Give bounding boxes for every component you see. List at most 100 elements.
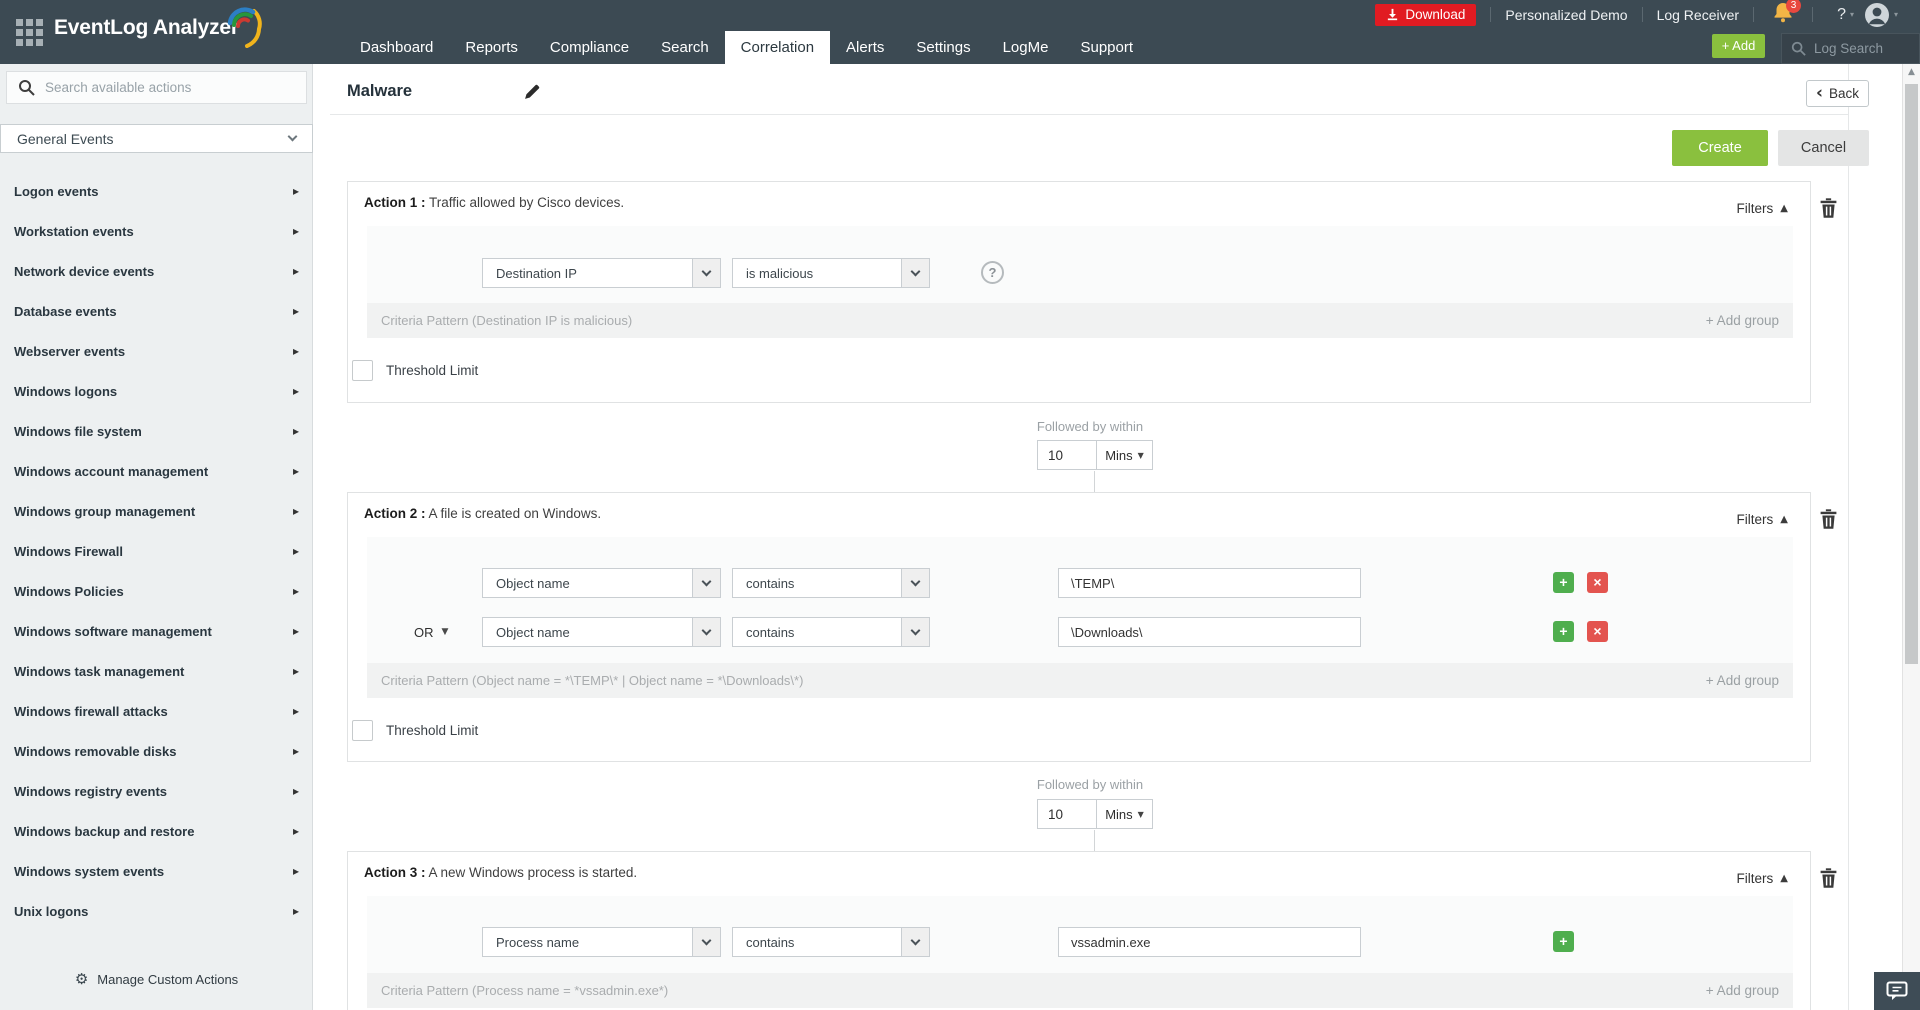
threshold-checkbox[interactable] — [352, 720, 373, 741]
delete-action-button[interactable] — [1820, 198, 1837, 218]
sidebar-item-windows-account-management[interactable]: Windows account management ▸ — [0, 451, 313, 491]
field-select[interactable]: Process name — [482, 927, 721, 957]
add-condition-button[interactable]: + — [1553, 931, 1574, 952]
add-group-button[interactable]: + Add group — [1706, 313, 1779, 328]
filters-toggle[interactable]: Filters ▲ — [1737, 512, 1788, 527]
chevron-right-icon: ▸ — [292, 424, 299, 438]
tab-search[interactable]: Search — [645, 31, 725, 64]
remove-condition-button[interactable]: × — [1587, 572, 1608, 593]
operator-select[interactable]: contains — [732, 568, 930, 598]
sidebar-item-windows-backup-and-restore[interactable]: Windows backup and restore ▸ — [0, 811, 313, 851]
value-input[interactable] — [1058, 617, 1361, 647]
or-join-select[interactable]: OR ▼ — [414, 617, 448, 647]
sidebar-item-webserver-events[interactable]: Webserver events ▸ — [0, 331, 313, 371]
filters-label: Filters — [1736, 201, 1774, 216]
chevron-up-icon: ▲ — [1780, 873, 1788, 884]
action-label: Action 1 : — [364, 195, 426, 210]
action-description: A new Windows process is started. — [428, 865, 638, 880]
sidebar-item-database-events[interactable]: Database events ▸ — [0, 291, 313, 331]
tab-logme[interactable]: LogMe — [987, 31, 1065, 64]
delete-action-button[interactable] — [1820, 868, 1837, 888]
sidebar-item-windows-task-management[interactable]: Windows task management ▸ — [0, 651, 313, 691]
followed-by-value-input[interactable] — [1037, 440, 1097, 470]
scrollbar-up-arrow[interactable]: ▲ — [1903, 67, 1920, 77]
sidebar-item-unix-logons[interactable]: Unix logons ▸ — [0, 891, 313, 931]
followed-by-value-input[interactable] — [1037, 799, 1097, 829]
log-search-input[interactable] — [1814, 41, 1909, 56]
sidebar-item-workstation-events[interactable]: Workstation events ▸ — [0, 211, 313, 251]
notifications-button[interactable]: 3 — [1774, 0, 1802, 28]
filters-toggle[interactable]: Filters ▲ — [1737, 871, 1788, 886]
manage-custom-actions-button[interactable]: ⚙ Manage Custom Actions — [0, 962, 313, 996]
edit-title-icon[interactable] — [524, 84, 540, 100]
chat-support-button[interactable] — [1874, 972, 1920, 1010]
sidebar-item-windows-removable-disks[interactable]: Windows removable disks ▸ — [0, 731, 313, 771]
followed-by-unit-select[interactable]: Mins ▼ — [1096, 440, 1153, 470]
delete-action-button[interactable] — [1820, 509, 1837, 529]
sidebar-item-windows-firewall-attacks[interactable]: Windows firewall attacks ▸ — [0, 691, 313, 731]
actions-sidebar: General Events Logon events ▸ Workstation… — [0, 64, 313, 1010]
field-select[interactable]: Object name — [482, 617, 721, 647]
tab-dashboard[interactable]: Dashboard — [344, 31, 449, 64]
action-description: A file is created on Windows. — [428, 506, 602, 521]
sidebar-item-windows-file-system[interactable]: Windows file system ▸ — [0, 411, 313, 451]
sidebar-item-windows-logons[interactable]: Windows logons ▸ — [0, 371, 313, 411]
event-category-select[interactable]: General Events — [0, 124, 313, 153]
field-select[interactable]: Object name — [482, 568, 721, 598]
add-group-button[interactable]: + Add group — [1706, 673, 1779, 688]
sidebar-item-logon-events[interactable]: Logon events ▸ — [0, 171, 313, 211]
tab-alerts[interactable]: Alerts — [830, 31, 900, 64]
scrollbar-track[interactable]: ▲ — [1902, 64, 1920, 1010]
cancel-button[interactable]: Cancel — [1778, 130, 1869, 166]
criteria-strip: Criteria Pattern (Object name = *\TEMP\*… — [367, 663, 1793, 698]
sidebar-item-windows-registry-events[interactable]: Windows registry events ▸ — [0, 771, 313, 811]
sidebar-item-list: Logon events ▸ Workstation events ▸ Networ… — [0, 171, 313, 931]
apps-grid-icon[interactable] — [16, 19, 43, 46]
download-button[interactable]: Download — [1375, 3, 1477, 26]
log-receiver-link[interactable]: Log Receiver — [1657, 7, 1740, 23]
sidebar-item-windows-group-management[interactable]: Windows group management ▸ — [0, 491, 313, 531]
add-condition-button[interactable]: + — [1553, 572, 1574, 593]
chevron-down-icon: ▾ — [1849, 10, 1854, 19]
value-input[interactable] — [1058, 927, 1361, 957]
sidebar-item-windows-firewall[interactable]: Windows Firewall ▸ — [0, 531, 313, 571]
operator-select[interactable]: contains — [732, 617, 930, 647]
chevron-right-icon: ▸ — [292, 664, 299, 678]
tab-reports[interactable]: Reports — [449, 31, 534, 64]
add-condition-button[interactable]: + — [1553, 621, 1574, 642]
tab-correlation[interactable]: Correlation — [724, 31, 831, 64]
threshold-checkbox[interactable] — [352, 360, 373, 381]
value-input[interactable] — [1058, 568, 1361, 598]
sidebar-item-label: Workstation events — [14, 223, 134, 239]
separator — [1641, 7, 1643, 22]
tab-support[interactable]: Support — [1064, 31, 1149, 64]
operator-select[interactable]: is malicious — [732, 258, 930, 288]
sidebar-item-network-device-events[interactable]: Network device events ▸ — [0, 251, 313, 291]
personalized-demo-link[interactable]: Personalized Demo — [1505, 7, 1627, 23]
followed-by-unit-select[interactable]: Mins ▼ — [1096, 799, 1153, 829]
user-menu[interactable]: ▾ — [1864, 2, 1902, 28]
sidebar-item-windows-system-events[interactable]: Windows system events ▸ — [0, 851, 313, 891]
operator-select[interactable]: contains — [732, 927, 930, 957]
log-search-box[interactable] — [1781, 33, 1920, 64]
field-select[interactable]: Destination IP — [482, 258, 721, 288]
sidebar-item-windows-software-management[interactable]: Windows software management ▸ — [0, 611, 313, 651]
tab-settings[interactable]: Settings — [900, 31, 986, 64]
user-avatar-icon — [1864, 2, 1889, 27]
field-select-value: Object name — [496, 624, 570, 640]
back-button[interactable]: ‹ Back — [1806, 80, 1869, 107]
unit-value: Mins — [1105, 447, 1133, 463]
help-icon[interactable]: ? — [981, 261, 1004, 284]
tab-compliance[interactable]: Compliance — [534, 31, 645, 64]
sidebar-item-windows-policies[interactable]: Windows Policies ▸ — [0, 571, 313, 611]
help-menu[interactable]: ? — [1837, 6, 1846, 24]
create-button[interactable]: Create — [1672, 130, 1768, 166]
sidebar-search-box[interactable] — [6, 71, 307, 104]
sidebar-search-input[interactable] — [45, 80, 285, 95]
filters-toggle[interactable]: Filters ▲ — [1737, 201, 1788, 216]
remove-condition-button[interactable]: × — [1587, 621, 1608, 642]
add-button[interactable]: + Add — [1712, 34, 1765, 58]
scrollbar-thumb[interactable] — [1905, 84, 1918, 664]
add-group-button[interactable]: + Add group — [1706, 983, 1779, 998]
brand-swirl-logo — [227, 7, 262, 48]
